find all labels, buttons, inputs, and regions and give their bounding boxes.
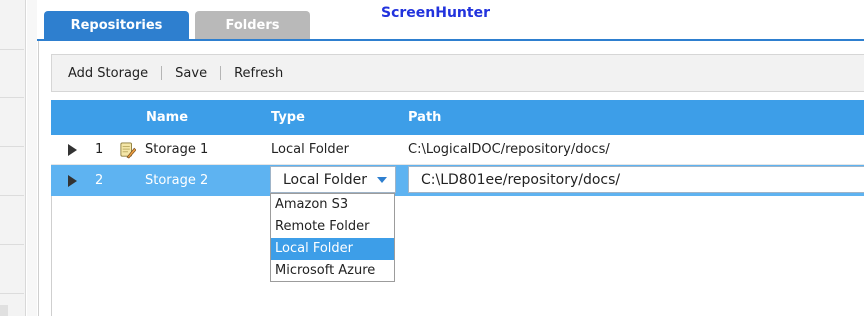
option-microsoft-azure[interactable]: Microsoft Azure bbox=[271, 260, 394, 282]
storage-path: C:\LogicalDOC/repository/docs/ bbox=[408, 142, 610, 157]
storage-name: Storage 1 bbox=[145, 142, 209, 157]
type-select[interactable]: Local Folder bbox=[270, 166, 396, 193]
save-button[interactable]: Save bbox=[171, 66, 211, 81]
toolbar-divider bbox=[161, 66, 163, 80]
tab-repositories[interactable]: Repositories bbox=[44, 11, 189, 40]
expand-arrow-icon[interactable] bbox=[68, 135, 77, 164]
type-dropdown-list: Amazon S3 Remote Folder Local Folder Mic… bbox=[270, 193, 395, 282]
path-input-value: C:\LD801ee/repository/docs/ bbox=[421, 171, 621, 188]
strip-divider bbox=[0, 244, 24, 245]
option-remote-folder[interactable]: Remote Folder bbox=[271, 216, 394, 238]
strip-divider bbox=[0, 49, 24, 50]
column-header-path[interactable]: Path bbox=[408, 100, 441, 135]
left-navigation-strip bbox=[0, 0, 26, 316]
strip-divider bbox=[0, 293, 24, 294]
screenhunter-watermark: ScreenHunter bbox=[381, 5, 490, 21]
expand-arrow-icon[interactable] bbox=[68, 165, 77, 196]
refresh-button[interactable]: Refresh bbox=[230, 66, 287, 81]
type-select-value: Local Folder bbox=[283, 171, 367, 188]
note-pencil-icon bbox=[120, 135, 136, 164]
tab-folders[interactable]: Folders bbox=[195, 11, 310, 40]
dropdown-arrow-icon[interactable] bbox=[377, 177, 387, 183]
option-amazon-s3[interactable]: Amazon S3 bbox=[271, 194, 394, 216]
column-header-name[interactable]: Name bbox=[146, 100, 188, 135]
grid-header: Name Type Path bbox=[51, 100, 864, 135]
panel-gutter bbox=[27, 0, 37, 316]
strip-divider bbox=[0, 97, 24, 98]
add-storage-button[interactable]: Add Storage bbox=[64, 66, 152, 81]
table-row[interactable]: 1 Storage 1 Local Folder C:\LogicalDOC/r… bbox=[51, 135, 864, 165]
column-header-type[interactable]: Type bbox=[271, 100, 305, 135]
option-local-folder[interactable]: Local Folder bbox=[271, 238, 394, 260]
row-number: 1 bbox=[95, 142, 104, 157]
scroll-corner bbox=[0, 305, 8, 316]
storage-toolbar: Add Storage Save Refresh bbox=[51, 54, 864, 92]
storage-type: Local Folder bbox=[271, 142, 349, 157]
path-input[interactable]: C:\LD801ee/repository/docs/ bbox=[408, 166, 864, 193]
storage-name: Storage 2 bbox=[145, 173, 209, 188]
strip-divider bbox=[0, 195, 24, 196]
toolbar-divider bbox=[220, 66, 222, 80]
strip-divider bbox=[0, 146, 24, 147]
row-number: 2 bbox=[95, 173, 104, 188]
